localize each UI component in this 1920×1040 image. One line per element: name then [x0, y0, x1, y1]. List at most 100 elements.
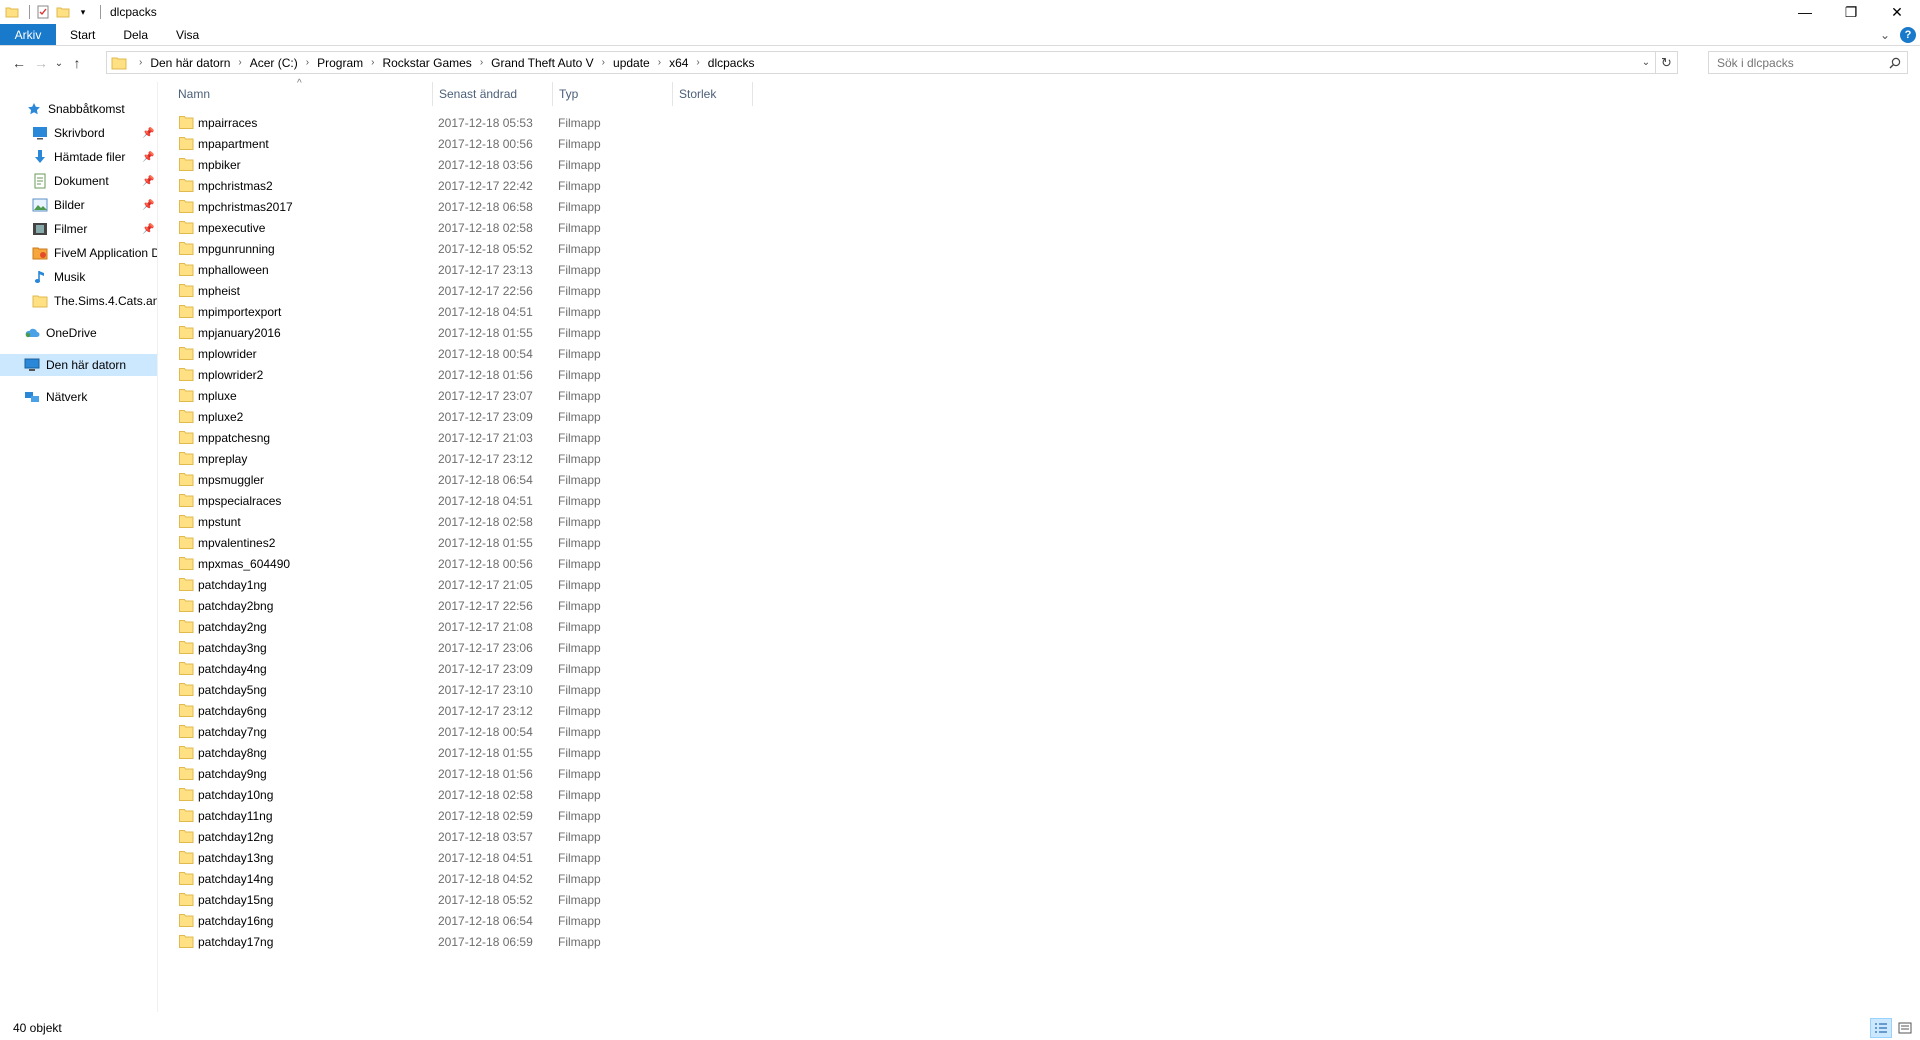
- breadcrumb-acer-c[interactable]: Acer (C:) ›: [250, 56, 317, 70]
- nav-network[interactable]: Nätverk: [24, 386, 181, 408]
- file-row[interactable]: patchday11ng 2017-12-18 02:59 Filmapp: [170, 805, 930, 826]
- file-row[interactable]: mpxmas_604490 2017-12-18 00:56 Filmapp: [170, 553, 930, 574]
- breadcrumb-separator[interactable]: ›: [230, 57, 249, 68]
- large-icons-view-button[interactable]: [1894, 1018, 1916, 1038]
- up-button[interactable]: ↑: [66, 52, 88, 74]
- pin-icon[interactable]: 📌: [142, 176, 154, 187]
- file-row[interactable]: mplowrider 2017-12-18 00:54 Filmapp: [170, 343, 930, 364]
- file-row[interactable]: mpreplay 2017-12-17 23:12 Filmapp: [170, 448, 930, 469]
- breadcrumb-separator[interactable]: ›: [131, 57, 150, 68]
- breadcrumb-separator[interactable]: ›: [688, 57, 707, 68]
- tab-dela[interactable]: Dela: [109, 24, 162, 45]
- tab-arkiv[interactable]: Arkiv: [0, 24, 56, 45]
- column-divider[interactable]: [552, 82, 553, 106]
- file-row[interactable]: mpchristmas2 2017-12-17 22:42 Filmapp: [170, 175, 930, 196]
- file-row[interactable]: mpchristmas2017 2017-12-18 06:58 Filmapp: [170, 196, 930, 217]
- column-header-name[interactable]: Namn: [170, 82, 434, 106]
- file-row[interactable]: mpluxe 2017-12-17 23:07 Filmapp: [170, 385, 930, 406]
- search-input[interactable]: [1709, 52, 1883, 73]
- search-icon[interactable]: [1883, 57, 1907, 69]
- forward-button[interactable]: →: [30, 52, 52, 74]
- column-header-modified[interactable]: Senast ändrad: [434, 82, 552, 106]
- details-view-button[interactable]: [1870, 1018, 1892, 1038]
- file-row[interactable]: patchday17ng 2017-12-18 06:59 Filmapp: [170, 931, 930, 952]
- breadcrumb-separator[interactable]: ›: [472, 57, 491, 68]
- address-dropdown-button[interactable]: ⌄: [1637, 52, 1655, 73]
- nav-item-skrivbord[interactable]: Skrivbord 📌: [32, 122, 157, 144]
- file-row[interactable]: patchday6ng 2017-12-17 23:12 Filmapp: [170, 700, 930, 721]
- file-row[interactable]: mpluxe2 2017-12-17 23:09 Filmapp: [170, 406, 930, 427]
- breadcrumb-program[interactable]: Program ›: [317, 56, 382, 70]
- file-row[interactable]: mpbiker 2017-12-18 03:56 Filmapp: [170, 154, 930, 175]
- file-row[interactable]: mppatchesng 2017-12-17 21:03 Filmapp: [170, 427, 930, 448]
- breadcrumb-separator[interactable]: ›: [298, 57, 317, 68]
- nav-item-sims[interactable]: The.Sims.4.Cats.anc: [32, 290, 157, 312]
- file-row[interactable]: mpstunt 2017-12-18 02:58 Filmapp: [170, 511, 930, 532]
- pin-icon[interactable]: 📌: [142, 224, 154, 235]
- back-button[interactable]: ←: [8, 52, 30, 74]
- breadcrumb-dlcpacks[interactable]: dlcpacks: [708, 56, 755, 70]
- nav-quick-access[interactable]: Snabbåtkomst: [26, 98, 183, 120]
- customize-toolbar-icon[interactable]: ▾: [75, 4, 91, 20]
- file-row[interactable]: mpairraces 2017-12-18 05:53 Filmapp: [170, 112, 930, 133]
- column-header-size[interactable]: Storlek: [674, 82, 752, 106]
- file-row[interactable]: patchday2bng 2017-12-17 22:56 Filmapp: [170, 595, 930, 616]
- help-icon[interactable]: ?: [1900, 27, 1916, 43]
- pin-icon[interactable]: 📌: [142, 200, 154, 211]
- tab-visa[interactable]: Visa: [162, 24, 213, 45]
- file-row[interactable]: patchday4ng 2017-12-17 23:09 Filmapp: [170, 658, 930, 679]
- file-row[interactable]: mpheist 2017-12-17 22:56 Filmapp: [170, 280, 930, 301]
- breadcrumb-update[interactable]: update ›: [613, 56, 669, 70]
- file-row[interactable]: mpsmuggler 2017-12-18 06:54 Filmapp: [170, 469, 930, 490]
- properties-icon[interactable]: [35, 4, 51, 20]
- file-row[interactable]: mpimportexport 2017-12-18 04:51 Filmapp: [170, 301, 930, 322]
- file-row[interactable]: patchday16ng 2017-12-18 06:54 Filmapp: [170, 910, 930, 931]
- column-divider[interactable]: [432, 82, 433, 106]
- file-row[interactable]: mpvalentines2 2017-12-18 01:55 Filmapp: [170, 532, 930, 553]
- nav-onedrive[interactable]: OneDrive: [24, 322, 181, 344]
- file-row[interactable]: patchday13ng 2017-12-18 04:51 Filmapp: [170, 847, 930, 868]
- column-divider[interactable]: [672, 82, 673, 106]
- tab-start[interactable]: Start: [56, 24, 109, 45]
- file-row[interactable]: mplowrider2 2017-12-18 01:56 Filmapp: [170, 364, 930, 385]
- maximize-button[interactable]: ❐: [1828, 0, 1874, 24]
- file-row[interactable]: mpexecutive 2017-12-18 02:58 Filmapp: [170, 217, 930, 238]
- file-row[interactable]: patchday10ng 2017-12-18 02:58 Filmapp: [170, 784, 930, 805]
- minimize-button[interactable]: —: [1782, 0, 1828, 24]
- column-divider[interactable]: [752, 82, 753, 106]
- breadcrumb-separator[interactable]: ›: [594, 57, 613, 68]
- breadcrumb-rockstar-games[interactable]: Rockstar Games ›: [382, 56, 491, 70]
- file-row[interactable]: mpjanuary2016 2017-12-18 01:55 Filmapp: [170, 322, 930, 343]
- recent-locations-button[interactable]: ⌄: [52, 52, 66, 74]
- breadcrumb-den-har-datorn[interactable]: Den här datorn ›: [150, 56, 249, 70]
- nav-item-filmer[interactable]: Filmer 📌: [32, 218, 157, 240]
- breadcrumb-separator[interactable]: ›: [650, 57, 669, 68]
- refresh-button[interactable]: ↻: [1655, 52, 1677, 73]
- file-row[interactable]: patchday2ng 2017-12-17 21:08 Filmapp: [170, 616, 930, 637]
- address-bar[interactable]: › Den här datorn › Acer (C:) › Program › Ro…: [106, 51, 1678, 74]
- file-row[interactable]: patchday12ng 2017-12-18 03:57 Filmapp: [170, 826, 930, 847]
- nav-item-dokument[interactable]: Dokument 📌: [32, 170, 157, 192]
- close-button[interactable]: ✕: [1874, 0, 1920, 24]
- file-row[interactable]: patchday3ng 2017-12-17 23:06 Filmapp: [170, 637, 930, 658]
- file-row[interactable]: mpapartment 2017-12-18 00:56 Filmapp: [170, 133, 930, 154]
- pin-icon[interactable]: 📌: [142, 152, 154, 163]
- nav-item-bilder[interactable]: Bilder 📌: [32, 194, 157, 216]
- breadcrumb-x64[interactable]: x64 ›: [669, 56, 708, 70]
- new-folder-icon[interactable]: [55, 4, 71, 20]
- nav-item-fivem[interactable]: FiveM Application D: [32, 242, 157, 264]
- nav-item-hamtade-filer[interactable]: Hämtade filer 📌: [32, 146, 157, 168]
- pin-icon[interactable]: 📌: [142, 128, 154, 139]
- file-row[interactable]: patchday14ng 2017-12-18 04:52 Filmapp: [170, 868, 930, 889]
- nav-this-pc[interactable]: Den här datorn: [0, 354, 157, 376]
- file-row[interactable]: patchday8ng 2017-12-18 01:55 Filmapp: [170, 742, 930, 763]
- file-row[interactable]: patchday9ng 2017-12-18 01:56 Filmapp: [170, 763, 930, 784]
- file-row[interactable]: patchday15ng 2017-12-18 05:52 Filmapp: [170, 889, 930, 910]
- file-row[interactable]: patchday7ng 2017-12-18 00:54 Filmapp: [170, 721, 930, 742]
- breadcrumb-gta-v[interactable]: Grand Theft Auto V ›: [491, 56, 613, 70]
- file-row[interactable]: mpgunrunning 2017-12-18 05:52 Filmapp: [170, 238, 930, 259]
- nav-item-musik[interactable]: Musik: [32, 266, 157, 288]
- breadcrumb-separator[interactable]: ›: [363, 57, 382, 68]
- file-row[interactable]: patchday5ng 2017-12-17 23:10 Filmapp: [170, 679, 930, 700]
- file-row[interactable]: patchday1ng 2017-12-17 21:05 Filmapp: [170, 574, 930, 595]
